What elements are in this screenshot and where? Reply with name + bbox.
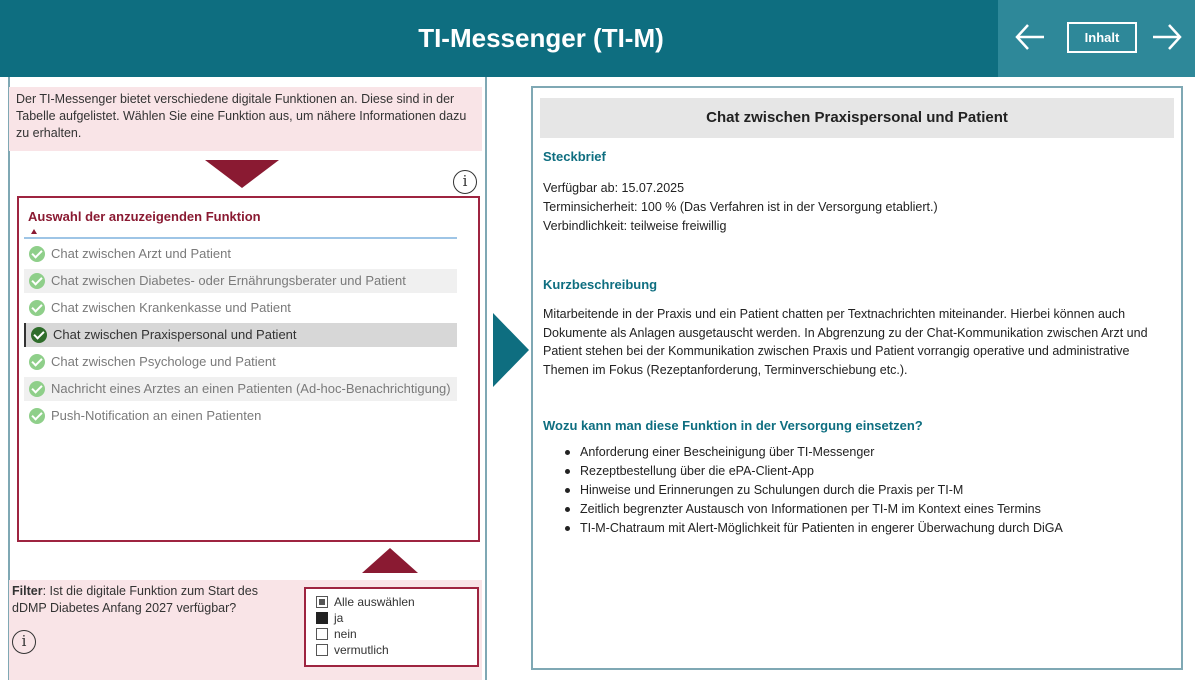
filter-checkbox[interactable] [316, 596, 328, 608]
list-item-label: Chat zwischen Krankenkasse und Patient [51, 300, 291, 315]
filter-checkbox[interactable] [316, 644, 328, 656]
list-item[interactable]: Chat zwischen Psychologe und Patient [24, 350, 457, 374]
list-item[interactable]: Chat zwischen Krankenkasse und Patient [24, 296, 457, 320]
triangle-up-icon[interactable] [362, 548, 418, 573]
page-title: TI-Messenger (TI-M) [418, 23, 664, 53]
intro-text: Der TI-Messenger bietet verschiedene dig… [9, 87, 482, 151]
filter-option[interactable]: ja [316, 610, 477, 626]
filter-option[interactable]: Alle auswählen [316, 594, 477, 610]
info-icon[interactable]: i [12, 630, 36, 654]
check-circle-icon [29, 408, 45, 424]
list-item-label: Chat zwischen Diabetes- oder Ernährungsb… [51, 273, 406, 288]
list-item[interactable]: Chat zwischen Diabetes- oder Ernährungsb… [24, 269, 457, 293]
filter-option-label: ja [334, 611, 344, 625]
listbox-title: Auswahl der anzuzeigenden Funktion [28, 209, 261, 224]
check-circle-icon [29, 246, 45, 262]
filter-option-label: nein [334, 627, 357, 641]
verfuegbar-text: Verfügbar ab: 15.07.2025 [543, 181, 685, 195]
usage-item: Zeitlich begrenzter Austausch von Inform… [565, 500, 1165, 519]
check-circle-icon [29, 381, 45, 397]
filter-checkbox[interactable] [316, 628, 328, 640]
steckbrief-heading: Steckbrief [543, 149, 606, 164]
arrow-left-icon[interactable] [1014, 22, 1046, 52]
info-icon[interactable]: i [453, 170, 477, 194]
triangle-right-icon [493, 313, 529, 387]
verbindlichkeit-text: Verbindlichkeit: teilweise freiwillig [543, 219, 727, 233]
usage-item: TI-M-Chatraum mit Alert-Möglichkeit für … [565, 519, 1165, 538]
list-item[interactable]: Chat zwischen Arzt und Patient [24, 242, 457, 266]
inhalt-button[interactable]: Inhalt [1067, 22, 1137, 53]
detail-title: Chat zwischen Praxispersonal und Patient [540, 98, 1174, 138]
list-item-label: Push-Notification an einen Patienten [51, 408, 262, 423]
filter-question: Filter: Ist die digitale Funktion zum St… [12, 583, 292, 617]
detail-panel: Chat zwischen Praxispersonal und Patient… [531, 86, 1183, 670]
function-list: Chat zwischen Arzt und Patient Chat zwisc… [24, 242, 457, 431]
header-bar: TI-Messenger (TI-M) Inhalt [0, 0, 1195, 77]
kurzbeschreibung-text: Mitarbeitende in der Praxis und ein Pati… [543, 307, 1148, 377]
filter-option-label: vermutlich [334, 643, 389, 657]
usage-list: Anforderung einer Bescheinigung über TI-… [565, 443, 1165, 538]
filter-option[interactable]: nein [316, 626, 477, 642]
usage-heading: Wozu kann man diese Funktion in der Vers… [543, 418, 923, 433]
usage-item: Hinweise und Erinnerungen zu Schulungen … [565, 481, 1165, 500]
nav-controls: Inhalt [998, 0, 1195, 77]
check-circle-icon [29, 273, 45, 289]
list-item[interactable]: Push-Notification an einen Patienten [24, 404, 457, 428]
triangle-down-icon[interactable] [205, 160, 279, 188]
list-item-label: Chat zwischen Psychologe und Patient [51, 354, 276, 369]
listbox-divider [24, 237, 457, 239]
sort-caret-icon[interactable] [31, 229, 37, 234]
check-circle-icon [29, 300, 45, 316]
list-item[interactable]: Chat zwischen Praxispersonal und Patient [24, 323, 457, 347]
list-item-label: Chat zwischen Praxispersonal und Patient [53, 327, 297, 342]
arrow-right-icon[interactable] [1151, 22, 1183, 52]
terminsicherheit-text: Terminsicherheit: 100 % (Das Verfahren i… [543, 200, 938, 214]
filter-label: Filter [12, 584, 43, 598]
list-item[interactable]: Nachricht eines Arztes an einen Patiente… [24, 377, 457, 401]
list-item-label: Nachricht eines Arztes an einen Patiente… [51, 381, 451, 396]
usage-item: Rezeptbestellung über die ePA-Client-App [565, 462, 1165, 481]
function-listbox: Auswahl der anzuzeigenden Funktion Chat … [17, 196, 480, 542]
check-circle-icon [31, 327, 47, 343]
filter-option-label: Alle auswählen [334, 595, 415, 609]
check-circle-icon [29, 354, 45, 370]
filter-question-text: : Ist die digitale Funktion zum Start de… [12, 584, 258, 615]
usage-item: Anforderung einer Bescheinigung über TI-… [565, 443, 1165, 462]
kurzbeschreibung-heading: Kurzbeschreibung [543, 277, 658, 292]
filter-options: Alle auswählen ja nein vermutlich [304, 587, 479, 667]
list-item-label: Chat zwischen Arzt und Patient [51, 246, 231, 261]
filter-option[interactable]: vermutlich [316, 642, 477, 658]
filter-checkbox[interactable] [316, 612, 328, 624]
